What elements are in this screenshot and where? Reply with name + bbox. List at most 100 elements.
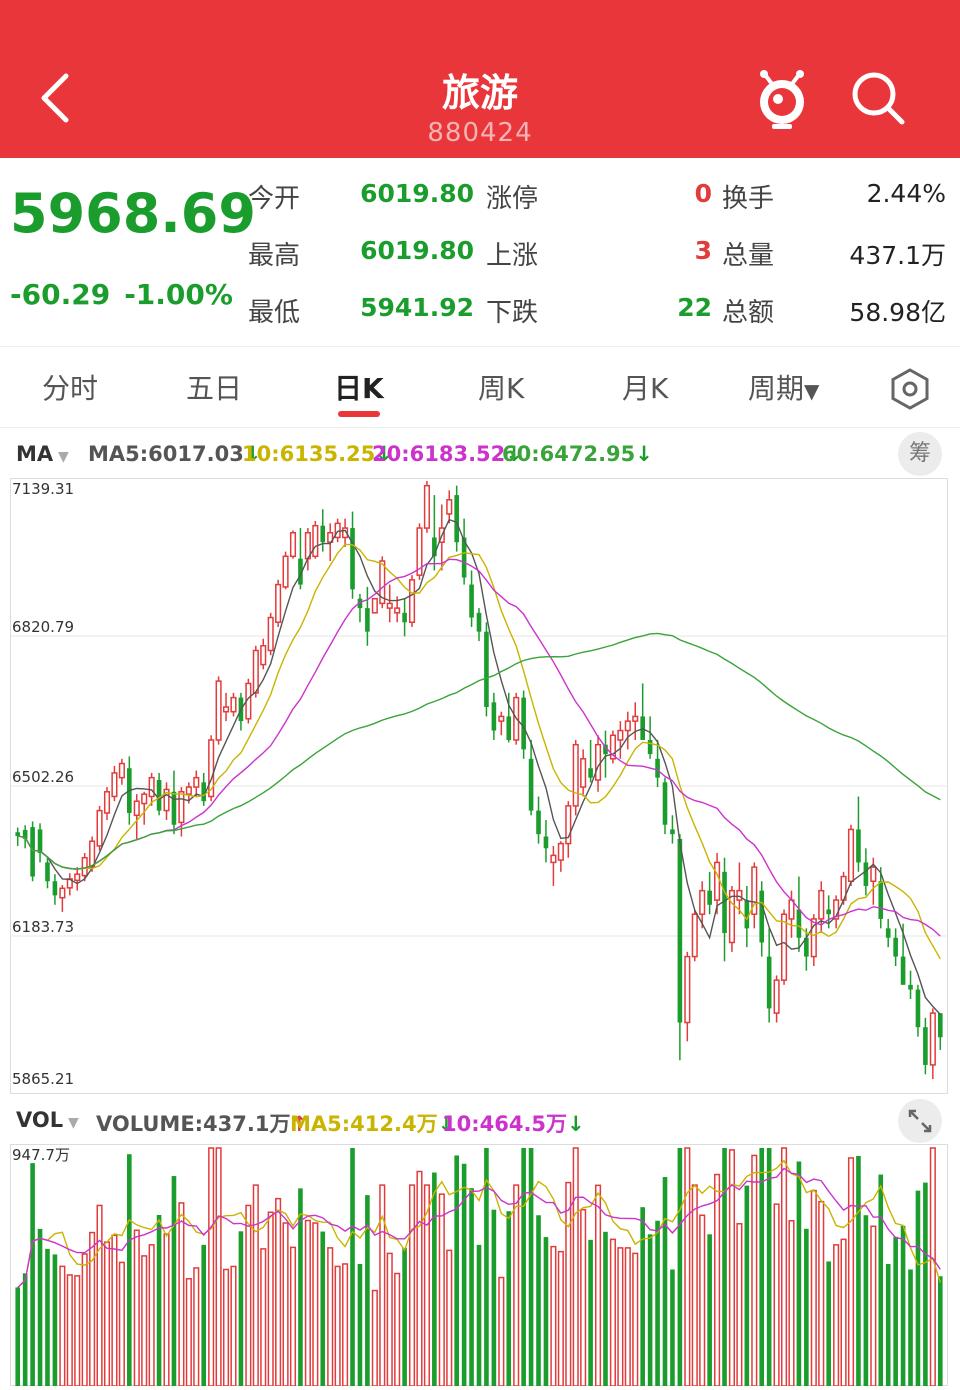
candle-body xyxy=(818,889,825,920)
tab-monthly-k[interactable]: 月K xyxy=(622,367,668,407)
volume-bar xyxy=(572,1147,579,1386)
candle-body xyxy=(193,776,200,788)
volume-bar xyxy=(513,1184,520,1386)
candle-body xyxy=(863,862,869,886)
volume-bar xyxy=(148,1244,155,1386)
volume-bar xyxy=(818,1200,825,1386)
candle-body xyxy=(923,1027,928,1065)
candle-body xyxy=(536,810,541,835)
chip-distribution-button[interactable]: 筹 xyxy=(898,432,942,476)
candle-body xyxy=(260,645,267,666)
volume-bar xyxy=(30,1163,35,1386)
down-arrow-icon: ↓ xyxy=(567,1112,585,1136)
volume-bar xyxy=(528,1148,534,1386)
expand-fullscreen-button[interactable] xyxy=(898,1099,942,1143)
volume-bar xyxy=(521,1148,526,1386)
volume-bar xyxy=(714,1173,721,1386)
volume-bar xyxy=(707,1234,712,1386)
ma-indicator-label: MA xyxy=(16,442,54,466)
volume-bar xyxy=(878,1174,884,1386)
candle-body xyxy=(893,937,898,957)
candle-body xyxy=(728,889,736,944)
volume-bar xyxy=(624,1247,631,1386)
volume-bar xyxy=(208,1147,215,1386)
volume-bar xyxy=(245,1204,252,1386)
ma-indicator-dropdown[interactable]: MA ▼ xyxy=(16,442,69,466)
candle-body xyxy=(37,829,43,853)
volume-bar xyxy=(118,1261,125,1386)
volume-bar xyxy=(744,1185,750,1386)
candle-body xyxy=(847,828,855,882)
down-arrow-icon: ↓ xyxy=(635,442,653,466)
quote-panel: 5968.69 -60.29 -1.00% 今开 6019.80 最高 6019.… xyxy=(0,158,960,346)
tab-daily-k[interactable]: 日K xyxy=(334,367,384,407)
candle-body xyxy=(402,612,407,623)
candle-body xyxy=(766,956,772,1009)
candle-body xyxy=(572,743,579,807)
volume-bar xyxy=(260,1248,267,1386)
volume-bar xyxy=(163,1233,170,1386)
assistant-robot-icon[interactable] xyxy=(750,66,814,130)
tab-weekly-k[interactable]: 周K xyxy=(478,367,524,407)
candle-body xyxy=(222,706,230,713)
candle-body xyxy=(365,608,370,632)
open-label: 今开 xyxy=(248,184,301,214)
candle-body xyxy=(670,829,675,835)
candle-body xyxy=(780,913,788,981)
volume-bar xyxy=(684,1147,691,1386)
high-value: 6019.80 xyxy=(360,236,474,265)
vol-indicator-dropdown[interactable]: VOL ▼ xyxy=(16,1108,79,1132)
turnover-value: 2.44% xyxy=(866,179,946,208)
volume-bar xyxy=(847,1157,855,1386)
candle-body xyxy=(870,866,877,882)
volume-bar xyxy=(536,1215,541,1386)
volume-bar xyxy=(103,1241,111,1386)
expand-arrows-icon xyxy=(908,1109,932,1133)
volume-bar xyxy=(327,1247,334,1386)
vol-ma10-legend-text: 10:464.5万 xyxy=(442,1112,568,1136)
change-percent: -1.00% xyxy=(124,278,233,311)
price-tick-label: 6820.79 xyxy=(12,618,74,636)
ma10-legend-text: 10:6135.25 xyxy=(242,442,376,466)
volume-bar xyxy=(647,1234,653,1386)
volume-bar xyxy=(617,1247,624,1386)
volume-bar xyxy=(45,1248,50,1386)
volume-bar xyxy=(133,1229,140,1386)
candle-body xyxy=(915,989,921,1028)
search-icon[interactable] xyxy=(846,66,910,130)
volume-bar xyxy=(371,1289,378,1386)
volume-bar xyxy=(863,1215,869,1386)
candle-body xyxy=(491,702,497,731)
volume-label: 总量 xyxy=(722,241,775,271)
volume-bar xyxy=(632,1252,639,1386)
volume-bar xyxy=(289,1246,297,1386)
candle-body xyxy=(74,873,81,882)
candlestick-chart[interactable]: 7139.31 6820.79 6502.26 6183.73 5865.21 xyxy=(10,478,948,1094)
ma20-legend-text: 20:6183.52 xyxy=(372,442,506,466)
candle-body xyxy=(900,956,906,985)
vol-ma10-legend: 10:464.5万↓ xyxy=(442,1108,585,1138)
settings-hexagon-icon[interactable] xyxy=(888,367,932,411)
vol-ma5-legend-text: MA5:412.4万 xyxy=(290,1112,438,1136)
volume-bar xyxy=(840,1238,847,1386)
candle-body xyxy=(684,955,691,1024)
tab-intraday[interactable]: 分时 xyxy=(42,367,98,407)
volume-bar xyxy=(81,1253,88,1386)
volume-bar xyxy=(677,1148,683,1386)
price-tick-label: 6502.26 xyxy=(12,768,74,786)
candle-body xyxy=(141,793,148,805)
tab-five-day[interactable]: 五日 xyxy=(186,367,242,407)
tab-period-dropdown[interactable]: 周期▼ xyxy=(748,367,819,407)
candle-body xyxy=(423,484,430,529)
candle-body xyxy=(714,861,721,901)
volume-bar xyxy=(178,1202,185,1386)
volume-bar xyxy=(394,1272,401,1386)
candle-body xyxy=(543,836,549,849)
volume-bar xyxy=(603,1231,608,1386)
dropdown-triangle-icon: ▼ xyxy=(53,449,69,465)
dropdown-triangle-icon: ▼ xyxy=(804,379,820,403)
volume-chart[interactable]: 947.7万 xyxy=(10,1144,948,1386)
candle-body xyxy=(446,499,453,515)
volume-bar xyxy=(446,1249,453,1386)
volume-bar xyxy=(365,1195,370,1386)
